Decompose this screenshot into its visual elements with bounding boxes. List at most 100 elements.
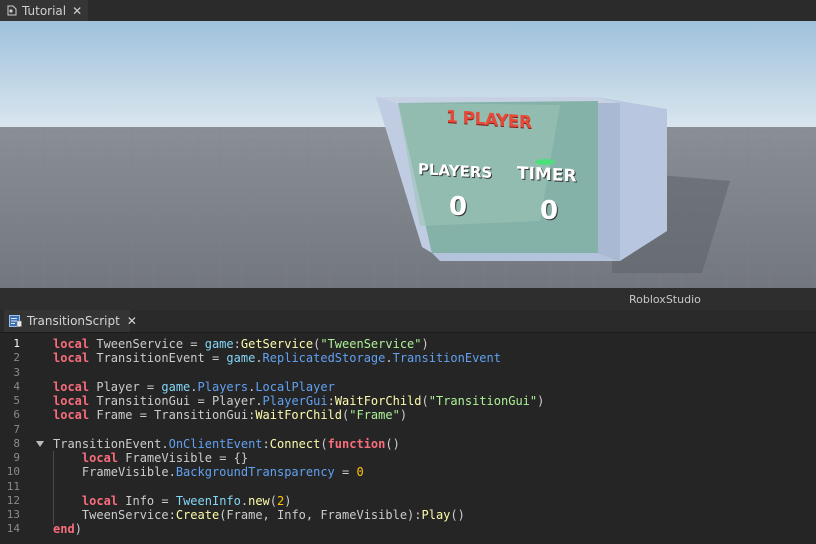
script-editor[interactable]: 1 2 3 4 5 6 7 8 9 10 11 12 13 14 local TweenService =… xyxy=(0,333,816,544)
line-number: 10 xyxy=(6,465,20,479)
code-token: . xyxy=(255,351,263,366)
code-token: . xyxy=(385,351,393,366)
line-number: 2 xyxy=(13,351,20,365)
players-value: 0 xyxy=(449,192,468,222)
code-token: Connect xyxy=(269,436,321,451)
tab-title: Tutorial xyxy=(22,3,67,18)
code-token: TransitionGui xyxy=(154,408,249,423)
code-token: new xyxy=(248,493,270,508)
code-token: TweenService xyxy=(89,337,191,351)
code-token: local xyxy=(53,394,90,408)
code-area[interactable]: local TweenService = game:GetService("Tw… xyxy=(48,333,816,544)
code-line[interactable]: local Player = game.Players.LocalPlayer xyxy=(53,380,335,394)
code-token: Info xyxy=(118,493,162,508)
code-token: function xyxy=(327,436,386,451)
tab-tutorial[interactable]: Tutorial ✕ xyxy=(0,0,88,21)
close-icon[interactable]: ✕ xyxy=(127,314,137,328)
code-token: TransitionGui xyxy=(89,394,198,408)
code-line[interactable]: local TweenService = game:GetService("Tw… xyxy=(53,337,429,351)
code-line[interactable]: FrameVisible.BackgroundTransparency = 0 xyxy=(53,465,364,479)
code-line[interactable]: local TransitionEvent = game.ReplicatedS… xyxy=(53,351,501,365)
line-number: 5 xyxy=(13,394,20,407)
code-token: : xyxy=(327,394,335,408)
code-line[interactable]: end) xyxy=(53,522,82,536)
code-token: local xyxy=(53,379,90,394)
code-token: OnClientEvent xyxy=(168,436,263,451)
code-line[interactable]: local TransitionGui = Player.PlayerGui:W… xyxy=(53,394,544,408)
3d-viewport[interactable]: 1 PLAYER PLAYERS TIMER 0 0 xyxy=(0,21,816,288)
line-number: 1 xyxy=(13,337,20,350)
code-token: . xyxy=(255,394,263,408)
code-token: ( xyxy=(320,436,328,451)
code-token: TweenService xyxy=(53,508,169,522)
code-token: () xyxy=(450,508,465,522)
close-icon[interactable]: ✕ xyxy=(72,4,82,18)
code-token: TransitionEvent xyxy=(392,351,501,366)
code-token: local xyxy=(81,451,119,465)
code-line[interactable]: local Info = TweenInfo.new(2) xyxy=(53,494,292,508)
code-token: ( xyxy=(421,394,429,408)
code-token: PlayerGui xyxy=(262,394,328,408)
code-token: ReplicatedStorage xyxy=(262,351,386,366)
tab-transition-script[interactable]: TransitionScript ✕ xyxy=(4,310,137,332)
code-token: = xyxy=(197,394,212,408)
timer-label: TIMER xyxy=(517,163,577,187)
line-number: 8 xyxy=(13,436,20,450)
code-token: end xyxy=(53,522,75,537)
code-token: Player xyxy=(211,394,256,408)
code-token: Play xyxy=(421,508,451,522)
code-token: local xyxy=(53,337,90,351)
code-token: () xyxy=(385,436,400,451)
code-token: ) xyxy=(74,522,82,537)
code-token: game xyxy=(204,337,234,351)
code-token: = xyxy=(211,351,227,366)
code-token: "TransitionGui" xyxy=(428,394,538,408)
code-token: ) xyxy=(399,408,408,423)
code-token: TweenInfo xyxy=(175,493,241,508)
code-line[interactable]: TransitionEvent.OnClientEvent:Connect(fu… xyxy=(53,437,400,451)
code-token: = {} xyxy=(219,451,249,465)
code-token: "Frame" xyxy=(349,408,400,423)
code-token: LocalPlayer xyxy=(255,379,335,394)
fold-toggle-icon[interactable] xyxy=(36,440,44,447)
tab-title: TransitionScript xyxy=(27,314,120,328)
code-token: . xyxy=(161,436,169,451)
indent-guide xyxy=(53,451,54,525)
code-token: = xyxy=(146,379,162,394)
code-token: BackgroundTransparency xyxy=(175,465,335,480)
line-number-gutter: 1 2 3 4 5 6 7 8 9 10 11 12 13 14 xyxy=(0,333,48,544)
code-token: ): xyxy=(407,508,422,522)
code-token: . xyxy=(168,465,176,480)
line-number: 4 xyxy=(13,379,20,393)
script-icon xyxy=(9,315,22,327)
code-token: local xyxy=(53,408,90,423)
code-token: = xyxy=(334,465,357,480)
code-token: Frame, Info, FrameVisible xyxy=(226,508,408,522)
script-tab-bar: TransitionScript ✕ xyxy=(0,310,816,333)
timer-value: 0 xyxy=(540,196,559,226)
code-token: ( xyxy=(269,493,278,508)
code-token: ) xyxy=(421,337,429,351)
code-line[interactable]: TweenService:Create(Frame, Info, FrameVi… xyxy=(53,508,465,522)
code-token: = xyxy=(161,493,176,508)
code-token: Create xyxy=(175,508,220,522)
code-token: WaitForChild xyxy=(255,408,343,423)
line-number: 14 xyxy=(6,522,20,536)
line-number: 11 xyxy=(6,479,20,493)
code-token: : xyxy=(233,337,241,351)
code-token: Player xyxy=(89,379,147,394)
code-line[interactable]: local Frame = TransitionGui:WaitForChild… xyxy=(53,408,407,422)
code-token: WaitForChild xyxy=(334,394,422,408)
code-token: = xyxy=(190,337,205,351)
code-token: FrameVisible xyxy=(53,465,169,480)
code-token: GetService xyxy=(240,337,314,351)
line-number: 13 xyxy=(6,508,20,521)
code-token: . xyxy=(190,379,198,394)
code-token: ) xyxy=(537,394,545,408)
code-token: game xyxy=(226,351,256,366)
players-label: PLAYERS xyxy=(418,160,493,182)
code-line[interactable]: local FrameVisible = {} xyxy=(53,451,248,465)
code-token: ) xyxy=(284,493,292,508)
